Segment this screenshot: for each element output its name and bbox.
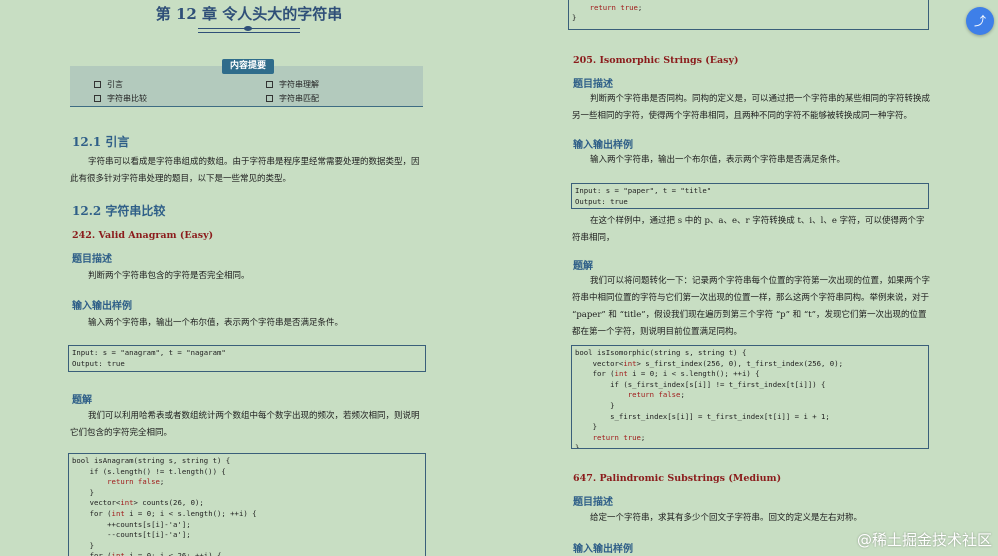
- code-line: for (int i = 0; i < 26; ++i) {: [72, 551, 222, 556]
- io-example-code: Input: s = "anagram", t = "nagaram" Outp…: [68, 345, 426, 372]
- subheading-solution: 题解: [72, 395, 92, 406]
- subheading-description: 题目描述: [573, 79, 613, 90]
- subheading-io: 输入输出样例: [573, 544, 633, 555]
- description-text: 判断两个字符串是否同构。同构的定义是，可以通过把一个字符串的某些相同的字符转换成…: [572, 94, 931, 121]
- toc-item-intro[interactable]: 引言: [94, 79, 123, 90]
- code-line: if (s.length() != t.length()) {: [72, 466, 226, 476]
- solution-code-block: bool isAnagram(string s, string t) { if …: [68, 453, 426, 556]
- code-line: vector<int> counts(26, 0);: [72, 498, 204, 508]
- intro-paragraph: 字符串可以看成是字符串组成的数组。由于字符串是程序里经常需要处理的数据类型，因此…: [70, 157, 420, 184]
- code-line: ++counts[s[i]-'a'];: [72, 519, 191, 529]
- problem-title-647: 647. Palindromic Substrings (Medium): [573, 473, 782, 484]
- toc-item-comparison[interactable]: 字符串比较: [94, 93, 147, 104]
- watermark: @稀土掘金技术社区: [856, 531, 992, 549]
- subheading-io: 输入输出样例: [573, 140, 633, 151]
- code-line: vector<int> s_first_index(256, 0), t_fir…: [575, 358, 843, 368]
- code-line: return false;: [627, 390, 685, 400]
- code-line: bool isAnagram(string s, string t) {: [72, 456, 231, 465]
- code-line: bool isIsomorphic(string s, string t) {: [575, 348, 747, 357]
- section-heading-comparison: 12.2 字符串比较: [72, 204, 166, 218]
- solution-text: 我们可以将问题转化一下：记录两个字符串每个位置的字符第一次出现的位置，如果两个字…: [572, 276, 931, 337]
- problem-title-242: 242. Valid Anagram (Easy): [72, 230, 214, 241]
- code-line: --counts[t[i]-'a'];: [72, 530, 191, 540]
- code-line: return true;: [592, 432, 646, 442]
- code-line: return false;: [107, 477, 165, 487]
- solution-text: 我们可以利用哈希表或者数组统计两个数组中每个数字出现的频次，若频次相同，则说明它…: [70, 411, 420, 438]
- code-line: }: [575, 422, 597, 432]
- code-line: }: [575, 400, 615, 410]
- code-line: return true;: [589, 2, 643, 12]
- subheading-description: 题目描述: [72, 254, 112, 265]
- example-explanation: 在这个样例中，通过把 s 中的 p、a、e、r 字符转换成 t、i、l、e 字符…: [572, 216, 925, 243]
- description-text: 判断两个字符串包含的字符是否完全相同。: [88, 271, 250, 281]
- code-line: for (int i = 0; i < s.length(); ++i) {: [72, 508, 257, 518]
- code-line: }: [575, 443, 580, 449]
- io-example-code: Input: s = "paper", t = "title" Output: …: [571, 183, 929, 209]
- toc-item-understanding[interactable]: 字符串理解: [266, 79, 319, 90]
- description-text: 给定一个字符串，求其有多少个回文子字符串。回文的定义是左右对称。: [590, 513, 863, 523]
- subheading-io: 输入输出样例: [72, 301, 132, 312]
- solution-code-block: bool isIsomorphic(string s, string t) { …: [571, 345, 929, 449]
- summary-label: 内容提要: [222, 59, 274, 74]
- right-page: } return true;} 205. Isomorphic Strings …: [500, 0, 998, 556]
- io-text: 输入两个字符串，输出一个布尔值，表示两个字符串是否满足条件。: [88, 318, 344, 328]
- title-decoration: [198, 26, 300, 33]
- code-line: }: [72, 487, 94, 497]
- problem-title-205: 205. Isomorphic Strings (Easy): [573, 55, 739, 66]
- continued-code-block: } return true;}: [568, 0, 929, 30]
- io-text: 输入两个字符串，输出一个布尔值，表示两个字符串是否满足条件。: [590, 155, 846, 165]
- chapter-title: 第 12 章 令人头大的字符串: [155, 5, 343, 23]
- code-line: for (int i = 0; i < s.length(); ++i) {: [575, 369, 760, 379]
- section-heading-intro: 12.1 引言: [72, 135, 130, 149]
- code-line: s_first_index[s[i]] = t_first_index[t[i]…: [575, 411, 830, 421]
- code-line: if (s_first_index[s[i]] != t_first_index…: [575, 379, 826, 389]
- code-line: }: [572, 13, 577, 23]
- subheading-description: 题目描述: [573, 497, 613, 508]
- code-line: }: [72, 540, 94, 550]
- left-page: 第 12 章 令人头大的字符串 内容提要 引言 字符串理解 字符串比较 字符串匹…: [0, 0, 500, 556]
- share-icon[interactable]: ⤴: [966, 7, 994, 35]
- toc-item-matching[interactable]: 字符串匹配: [266, 93, 319, 104]
- subheading-solution: 题解: [573, 261, 593, 272]
